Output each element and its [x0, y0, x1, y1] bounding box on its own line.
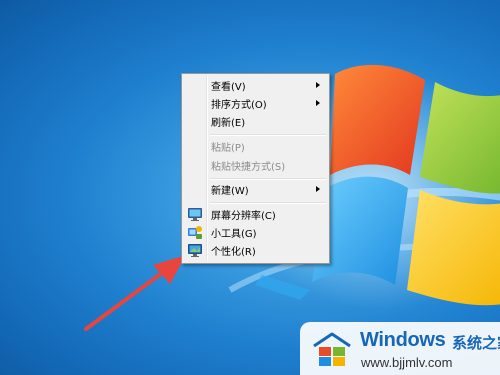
desktop-background[interactable]: 查看(V) 排序方式(O) 刷新(E) 粘贴(P) 粘贴快捷方式(S) 新建(W…: [0, 0, 500, 375]
menu-item-label: 粘贴快捷方式(S): [211, 162, 286, 173]
desktop-context-menu: 查看(V) 排序方式(O) 刷新(E) 粘贴(P) 粘贴快捷方式(S) 新建(W…: [181, 73, 330, 264]
watermark-subtitle: 系统之家: [452, 334, 500, 352]
menu-item-sort-by[interactable]: 排序方式(O): [185, 94, 326, 112]
watermark-title: Windows: [360, 329, 446, 351]
menu-item-label: 屏幕分辨率(C): [211, 211, 276, 222]
menu-item-refresh[interactable]: 刷新(E): [185, 112, 326, 130]
monitor-resolution-icon: [188, 208, 202, 221]
submenu-arrow-icon: [316, 186, 320, 192]
menu-item-label: 新建(W): [211, 186, 249, 197]
menu-item-gadgets[interactable]: 小工具(G): [185, 223, 326, 241]
site-watermark: Windows 系统之家 www.bjjmlv.com: [300, 322, 500, 375]
personalize-icon: [188, 244, 202, 257]
menu-separator: [210, 134, 326, 136]
menu-item-paste-shortcut[interactable]: 粘贴快捷方式(S): [185, 156, 326, 174]
submenu-arrow-icon: [316, 82, 320, 88]
menu-item-label: 排序方式(O): [211, 100, 267, 111]
watermark-url: www.bjjmlv.com: [361, 355, 453, 370]
menu-item-label: 个性化(R): [211, 247, 256, 258]
menu-separator: [210, 202, 326, 204]
menu-item-label: 粘贴(P): [211, 143, 245, 154]
menu-item-personalize[interactable]: 个性化(R): [185, 241, 326, 259]
menu-item-new[interactable]: 新建(W): [185, 180, 326, 198]
menu-item-view[interactable]: 查看(V): [185, 76, 326, 94]
menu-item-screen-resolution[interactable]: 屏幕分辨率(C): [185, 205, 326, 223]
submenu-arrow-icon: [316, 100, 320, 106]
menu-item-paste[interactable]: 粘贴(P): [185, 137, 326, 155]
windows-flag-logo-icon: [313, 332, 351, 366]
menu-item-label: 小工具(G): [211, 229, 257, 240]
gadgets-icon: [188, 226, 202, 239]
menu-item-label: 刷新(E): [211, 118, 246, 129]
menu-item-label: 查看(V): [211, 82, 246, 93]
